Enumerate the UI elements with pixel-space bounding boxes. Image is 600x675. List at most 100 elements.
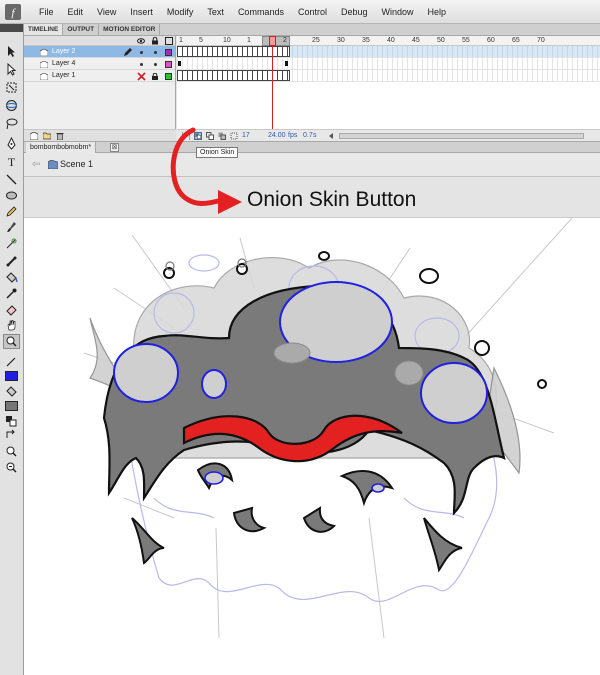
line-tool-icon[interactable]: [3, 172, 20, 187]
lasso-tool-icon[interactable]: [3, 116, 20, 131]
frame-grid[interactable]: [177, 46, 600, 82]
menu-insert[interactable]: Insert: [123, 0, 160, 24]
menu-view[interactable]: View: [90, 0, 123, 24]
text-tool-icon[interactable]: T: [3, 154, 20, 169]
stroke-color-icon[interactable]: [3, 354, 20, 369]
oval-tool-icon[interactable]: [3, 188, 20, 203]
layer-name[interactable]: Layer 4: [52, 58, 75, 70]
layer-row-4[interactable]: Layer 4: [24, 58, 175, 70]
layer-footer: [24, 129, 176, 141]
pen-tool-icon[interactable]: [3, 136, 20, 151]
hidden-x-icon[interactable]: [137, 72, 146, 81]
layer-row-1[interactable]: Layer 1: [24, 70, 175, 82]
zoom-out-icon[interactable]: [3, 460, 20, 475]
menu-help[interactable]: Help: [421, 0, 454, 24]
free-transform-tool-icon[interactable]: [3, 80, 20, 95]
layer-name[interactable]: Layer 1: [52, 70, 75, 82]
black-white-icon[interactable]: [3, 414, 20, 429]
panel-tabs: TIMELINE OUTPUT MOTION EDITOR: [24, 24, 600, 36]
menu-debug[interactable]: Debug: [334, 0, 375, 24]
timeline-scrollbar[interactable]: [339, 133, 584, 139]
lock-all-icon[interactable]: [151, 37, 159, 45]
fill-color-icon[interactable]: [3, 384, 20, 399]
layers-list: Layer 2 Layer 4 Layer 1: [24, 36, 176, 141]
ruler-tick: 65: [512, 37, 520, 44]
outline-all-icon[interactable]: [165, 37, 173, 45]
layer-icon: [40, 49, 48, 56]
ruler-tick: 55: [462, 37, 470, 44]
pencil-tool-icon[interactable]: [3, 204, 20, 219]
tab-timeline[interactable]: TIMELINE: [24, 24, 64, 35]
stage-artwork: [83, 217, 573, 639]
lock-dot[interactable]: [154, 63, 157, 66]
swap-colors-icon[interactable]: [3, 428, 20, 443]
layer-outline-color[interactable]: [165, 61, 172, 68]
stroke-color-swatch[interactable]: [3, 368, 20, 383]
stage[interactable]: [24, 217, 600, 675]
hand-tool-icon[interactable]: [3, 318, 20, 333]
delete-layer-icon[interactable]: [56, 132, 64, 140]
ruler-tick: 2: [283, 37, 287, 44]
ruler-tick: 60: [487, 37, 495, 44]
timeline-panel: TIMELINE OUTPUT MOTION EDITOR Layer 2 La…: [24, 24, 600, 141]
3d-rotation-tool-icon[interactable]: [3, 98, 20, 113]
menu-edit[interactable]: Edit: [61, 0, 91, 24]
layer-name[interactable]: Layer 2: [52, 46, 75, 58]
back-arrow-icon[interactable]: ⇦: [32, 159, 40, 170]
lock-dot[interactable]: [154, 51, 157, 54]
layer-outline-color[interactable]: [165, 73, 172, 80]
lock-icon[interactable]: [152, 73, 158, 80]
frame-row-layer-2[interactable]: [177, 46, 600, 58]
annotation-label: Onion Skin Button: [247, 188, 417, 211]
visibility-dot[interactable]: [140, 51, 143, 54]
playhead[interactable]: [269, 36, 276, 46]
zoom-tool-icon[interactable]: [3, 334, 20, 349]
visibility-dot[interactable]: [140, 63, 143, 66]
keyframe[interactable]: [178, 61, 181, 66]
scroll-left-icon[interactable]: [327, 132, 335, 140]
menu-commands[interactable]: Commands: [231, 0, 291, 24]
tab-motion-editor[interactable]: MOTION EDITOR: [99, 24, 161, 35]
scene-bar: ⇦ Scene 1: [24, 153, 600, 177]
document-tab[interactable]: bombombobmobm*: [26, 142, 97, 153]
keyframe-strip[interactable]: [177, 46, 290, 57]
new-layer-icon[interactable]: [30, 132, 38, 140]
keyframe-strip[interactable]: [177, 70, 290, 81]
tools-panel-header[interactable]: [0, 24, 23, 32]
brush-tool-icon[interactable]: [3, 220, 20, 235]
close-tab-icon[interactable]: ⊠: [110, 143, 119, 152]
ruler-tick: 1: [179, 37, 183, 44]
ruler-tick: 5: [199, 37, 203, 44]
keyframe[interactable]: [285, 61, 288, 66]
frame-row-layer-4[interactable]: [177, 58, 600, 70]
subselection-tool-icon[interactable]: [3, 62, 20, 77]
eyedropper-tool-icon[interactable]: [3, 286, 20, 301]
layer-row-2[interactable]: Layer 2: [24, 46, 175, 58]
frame-row-layer-1[interactable]: [177, 70, 600, 82]
ruler-tick: 45: [412, 37, 420, 44]
selection-tool-icon[interactable]: [3, 44, 20, 59]
menu-window[interactable]: Window: [375, 0, 421, 24]
layer-header: [24, 36, 175, 46]
frame-ruler[interactable]: 1 5 10 1 2 25 30 35 40 45 50 55 60 65 70: [177, 36, 600, 46]
tools-panel: T: [0, 24, 24, 675]
snap-to-objects-icon[interactable]: [3, 444, 20, 459]
layer-icon: [40, 73, 48, 80]
deco-tool-icon[interactable]: [3, 236, 20, 251]
scene-label[interactable]: Scene 1: [60, 159, 93, 169]
menu-modify[interactable]: Modify: [160, 0, 201, 24]
new-folder-icon[interactable]: [43, 132, 51, 140]
svg-text:T: T: [8, 155, 16, 168]
fill-color-swatch[interactable]: [3, 398, 20, 413]
tab-output[interactable]: OUTPUT: [63, 24, 100, 35]
menu-file[interactable]: File: [32, 0, 61, 24]
flash-logo-icon[interactable]: f: [2, 1, 24, 23]
menu-text[interactable]: Text: [200, 0, 231, 24]
show-hide-all-icon[interactable]: [137, 37, 145, 45]
playhead-line: [272, 46, 273, 141]
menu-control[interactable]: Control: [291, 0, 334, 24]
paint-bucket-tool-icon[interactable]: [3, 270, 20, 285]
eraser-tool-icon[interactable]: [3, 302, 20, 317]
layer-outline-color[interactable]: [165, 49, 172, 56]
bone-tool-icon[interactable]: [3, 254, 20, 269]
